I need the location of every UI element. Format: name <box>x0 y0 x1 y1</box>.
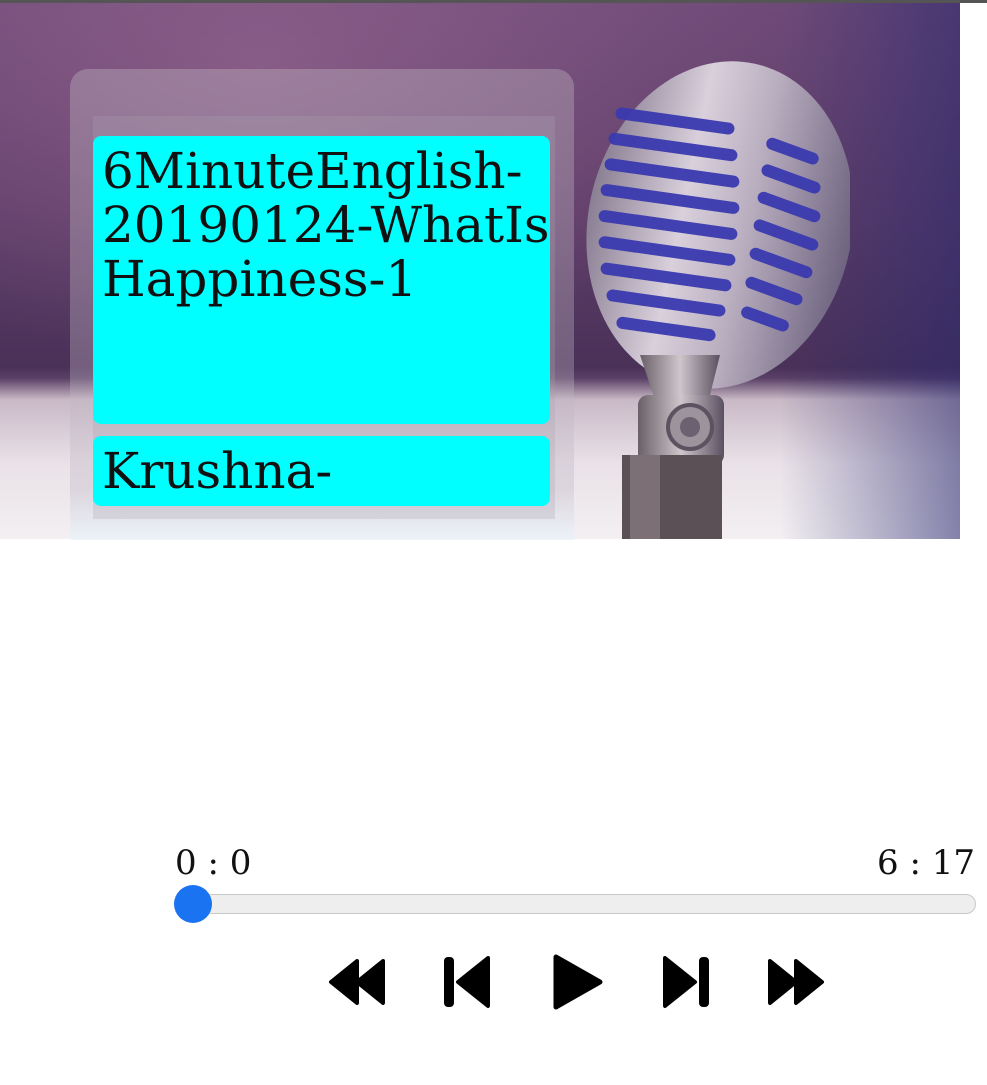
total-time: 6 : 17 <box>877 843 975 883</box>
seek-thumb[interactable] <box>174 885 212 923</box>
rewind-button[interactable] <box>325 950 389 1014</box>
play-icon <box>553 954 603 1010</box>
playlist-item[interactable]: 6MinuteEnglish-20190124-WhatIsHappiness-… <box>93 136 550 424</box>
previous-track-button[interactable] <box>434 950 498 1014</box>
playlist-list[interactable]: 6MinuteEnglish-20190124-WhatIsHappiness-… <box>93 116 563 519</box>
microphone-illustration <box>586 61 850 539</box>
skip-previous-icon <box>444 956 490 1008</box>
fast-forward-icon <box>768 959 824 1005</box>
seek-bar[interactable] <box>180 894 976 914</box>
rewind-icon <box>329 959 385 1005</box>
current-time: 0 : 0 <box>175 843 252 883</box>
fast-forward-button[interactable] <box>764 950 828 1014</box>
play-button[interactable] <box>545 950 609 1014</box>
next-track-button[interactable] <box>655 950 719 1014</box>
skip-next-icon <box>663 956 709 1008</box>
playlist-item[interactable]: Krushna- <box>93 436 550 506</box>
